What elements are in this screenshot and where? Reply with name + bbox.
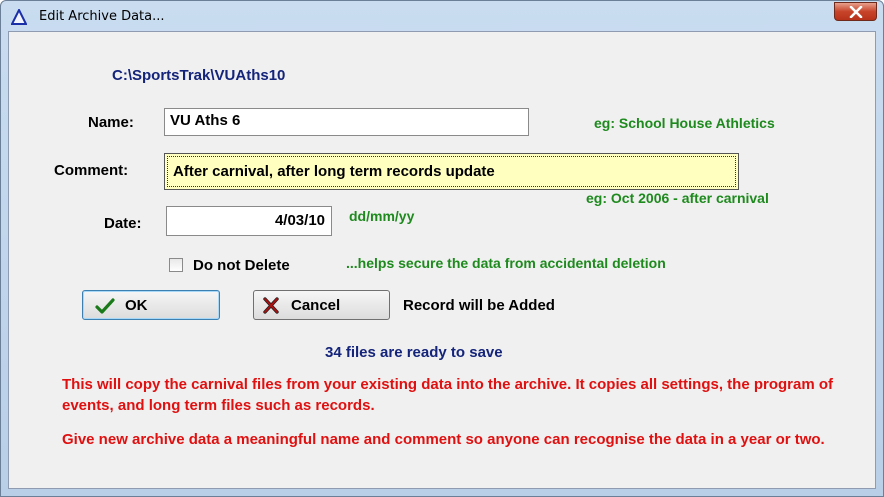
dialog-window: Edit Archive Data... C:\SportsTrak\VUAth… bbox=[0, 0, 884, 497]
date-input[interactable]: 4/03/10 bbox=[166, 206, 332, 236]
comment-label: Comment: bbox=[54, 162, 129, 179]
title-bar[interactable]: Edit Archive Data... bbox=[1, 1, 883, 31]
window-title: Edit Archive Data... bbox=[39, 9, 165, 24]
do-not-delete-hint: ...helps secure the data from accidental… bbox=[346, 255, 666, 271]
comment-input[interactable]: After carnival, after long term records … bbox=[164, 153, 739, 190]
record-status: Record will be Added bbox=[403, 297, 555, 314]
comment-hint: eg: Oct 2006 - after carnival bbox=[586, 190, 769, 206]
cancel-label: Cancel bbox=[291, 297, 341, 314]
ok-label: OK bbox=[125, 297, 148, 314]
name-hint: eg: School House Athletics bbox=[594, 115, 775, 131]
name-input[interactable]: VU Aths 6 bbox=[164, 108, 529, 136]
dialog-body: C:\SportsTrak\VUAths10 Name: VU Aths 6 e… bbox=[8, 31, 876, 489]
name-label: Name: bbox=[88, 114, 134, 131]
date-format-hint: dd/mm/yy bbox=[349, 208, 415, 224]
archive-path: C:\SportsTrak\VUAths10 bbox=[112, 67, 286, 84]
info-copy-text: This will copy the carnival files from y… bbox=[62, 376, 834, 414]
date-label: Date: bbox=[104, 215, 142, 232]
files-status: 34 files are ready to save bbox=[325, 344, 503, 361]
cross-icon bbox=[263, 297, 279, 314]
close-button[interactable] bbox=[834, 2, 877, 21]
info-naming-text: Give new archive data a meaningful name … bbox=[62, 431, 825, 448]
ok-button[interactable]: OK bbox=[82, 290, 220, 320]
do-not-delete-checkbox[interactable] bbox=[169, 258, 183, 272]
do-not-delete-label[interactable]: Do not Delete bbox=[193, 257, 290, 274]
cancel-button[interactable]: Cancel bbox=[253, 290, 390, 320]
check-icon bbox=[95, 298, 115, 314]
app-triangle-icon bbox=[10, 7, 28, 25]
close-icon bbox=[849, 6, 863, 18]
